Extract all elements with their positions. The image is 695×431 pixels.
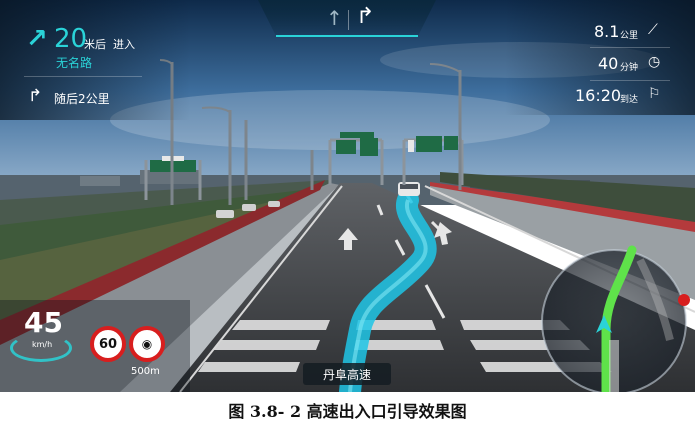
next-hint: 随后2公里: [54, 92, 110, 106]
action-label: 进入: [113, 38, 135, 51]
current-road-label: 丹阜高速: [303, 363, 391, 385]
speed-limit-sign: 60: [90, 326, 126, 362]
distance-unit: 米后: [84, 38, 106, 51]
divider: [590, 80, 670, 81]
camera-sign: ◉: [129, 326, 165, 362]
top-lane-guidance: [258, 0, 436, 37]
clock-icon: ◷: [648, 54, 661, 70]
speed-limit-value: 60: [98, 336, 118, 352]
distance-value: 20: [54, 24, 88, 54]
ruler-icon: ⟋: [648, 22, 658, 38]
remaining-time-unit: 分钟: [620, 63, 639, 73]
flag-icon: ⚐: [648, 86, 661, 102]
straight-arrow-icon: ↑: [326, 6, 343, 30]
lane-divider: [348, 10, 349, 30]
remaining-distance: 8.1: [594, 22, 620, 41]
navigation-screen: ↑ ↱ ↗ 20 米后 进入 无名路 ↱ 随后2公里 8.1 公里 ⟋ 40 分…: [0, 0, 695, 392]
turn-right-arrow-icon: ↱: [28, 86, 43, 106]
remaining-time: 40: [598, 54, 619, 73]
speed-ring: [10, 334, 72, 362]
vehicle-position-icon: [596, 315, 612, 333]
figure-caption: 图 3.8- 2 高速出入口引导效果图: [228, 402, 467, 421]
arrival-label: 到达: [620, 95, 639, 105]
divider: [590, 47, 670, 48]
remaining-distance-unit: 公里: [620, 31, 639, 41]
road-name: 无名路: [56, 56, 93, 70]
turn-right-arrow-icon: ↗: [26, 24, 48, 54]
camera-icon: ◉: [141, 337, 153, 351]
turn-right-arrow-icon: ↱: [356, 4, 375, 29]
arrival-time: 16:20: [575, 86, 622, 105]
camera-distance: 500m: [131, 366, 160, 377]
divider: [24, 76, 142, 77]
